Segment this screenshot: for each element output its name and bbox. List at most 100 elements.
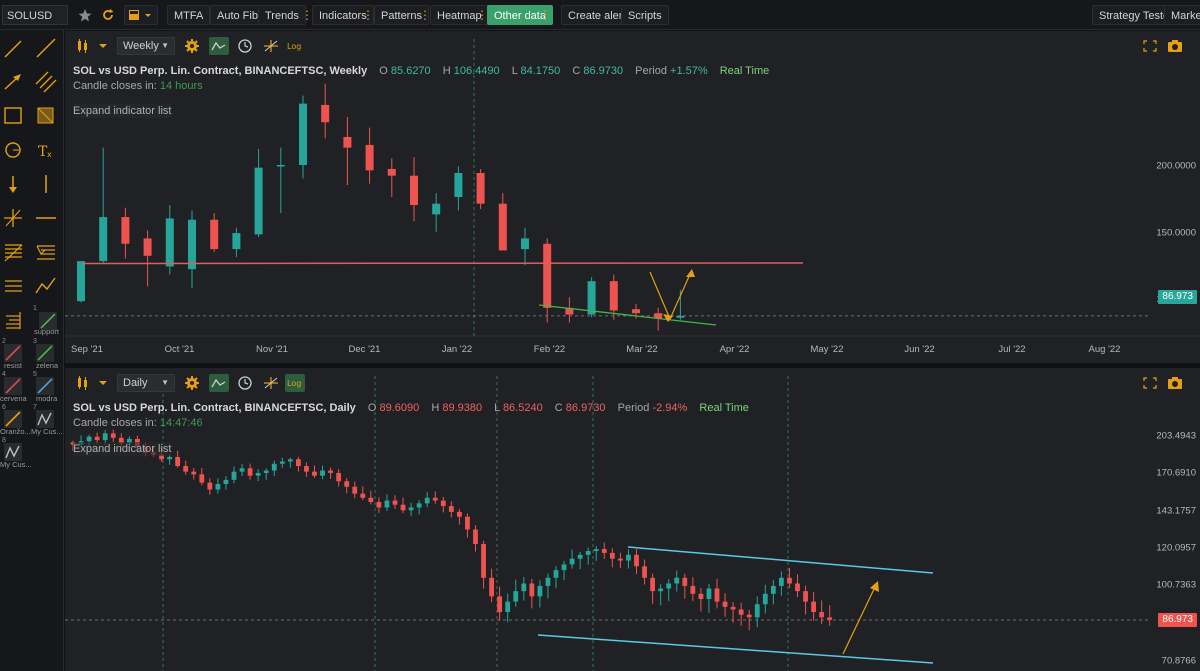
daily-candle-body [650,577,655,592]
scripts-button[interactable]: Scripts [621,5,669,25]
daily-candle-body [376,501,382,508]
daily-chart-panel[interactable]: 203.4943 170.6910 143.1757 120.0957 100.7363… [65,368,1200,671]
fib-extension-icon[interactable] [32,238,60,266]
trend-line-icon[interactable] [0,34,28,62]
vertical-line-icon[interactable] [32,170,60,198]
cross-line-icon[interactable] [0,204,28,232]
x-tick-label: Jul '22 [998,344,1025,355]
down-arrow-icon[interactable] [0,170,28,198]
auto-fib-button[interactable]: Auto Fib [210,5,265,25]
pitchfork-icon[interactable] [0,306,28,334]
indicator-toggle-icon[interactable] [209,37,229,55]
settings-gear-icon[interactable] [182,37,202,55]
log-scale-icon[interactable]: Log [285,37,305,55]
other-data-menu-icon[interactable]: ⋮ [539,5,551,25]
indicators-menu-icon[interactable]: ⋮ [362,5,374,25]
channel-lower-line [537,634,934,664]
candle-type-dropdown-icon[interactable] [93,37,113,55]
symbol-input[interactable]: SOLUSD [2,5,68,25]
daily-candle-body [754,604,760,618]
daily-candle-body [803,591,808,602]
mtfa-button[interactable]: MTFA [167,5,211,25]
indicator-toggle-icon[interactable] [209,374,229,392]
camera-icon[interactable] [1165,37,1185,55]
fullscreen-icon[interactable] [1140,37,1160,55]
arrow-line-icon[interactable] [0,68,28,96]
polyline-icon[interactable] [32,272,60,300]
daily-candle-body [779,577,784,586]
circle-icon[interactable] [0,136,28,164]
daily-candle-body [408,507,414,511]
template-label-orange: Oranžo... [0,427,31,436]
daily-candle-body [770,585,776,594]
daily-candle-body [730,606,736,610]
star-icon[interactable] [78,5,92,25]
rectangle-icon[interactable] [0,102,28,130]
reload-icon[interactable] [100,5,116,25]
ray-line-icon[interactable] [32,34,60,62]
x-tick-label: Oct '21 [165,344,195,355]
weekly-chart-canvas[interactable]: 200.0000150.0000100.0000Sep '21Oct '21No… [65,31,1200,363]
patterns-menu-icon[interactable]: ⋮ [419,5,431,25]
camera-icon[interactable] [1165,374,1185,392]
weekly-candle-body [609,281,618,311]
fullscreen-icon[interactable] [1140,374,1160,392]
daily-candle-body [561,564,567,571]
horizontal-line-icon[interactable] [32,204,60,232]
candle-type-dropdown-icon[interactable] [93,374,113,392]
daily-candle-body [86,436,92,442]
market-button[interactable]: Market [1164,5,1200,25]
weekly-candle-body [77,261,85,302]
weekly-candle-body [165,218,174,267]
timeframe-select[interactable]: Daily ▼ [117,374,175,392]
clock-icon[interactable] [235,374,255,392]
daily-candle-body [296,459,301,467]
candle-type-icon[interactable] [73,37,93,55]
x-tick-label: May '22 [811,344,844,355]
daily-candle-body [263,470,269,473]
crosshair-icon[interactable] [261,37,281,55]
main-toolbar: SOLUSD MTFA Auto Fib Trends ⋮ Indicators… [0,0,1200,30]
daily-candle-body [746,614,752,618]
daily-candle-body [787,577,792,584]
log-scale-label: Log [287,42,301,51]
heatmap-menu-icon[interactable]: ⋮ [476,5,488,25]
daily-candle-body [416,503,422,508]
daily-candle-body [521,583,527,592]
daily-candle-body [706,588,712,600]
x-tick-label: Apr '22 [720,344,750,355]
daily-candle-body [666,583,672,589]
chart-layout-icon[interactable] [124,5,158,25]
daily-candle-body [368,497,374,502]
daily-candle-body [698,593,704,600]
daily-candle-body [457,511,462,517]
daily-candle-body [191,471,197,475]
parallel-channel-icon[interactable] [32,68,60,96]
crosshair-icon[interactable] [261,374,281,392]
fib-channel-icon[interactable] [0,272,28,300]
daily-candle-body [255,472,261,476]
realtime-label: Real Time [719,65,770,77]
trends-button[interactable]: Trends [258,5,306,25]
settings-gear-icon[interactable] [182,374,202,392]
timeframe-select[interactable]: Weekly ▼ [117,37,175,55]
expand-indicator-list-button[interactable]: Expand indicator list [73,104,172,118]
close-value: 86.9730 [565,402,606,414]
fib-retracement-icon[interactable] [0,238,28,266]
daily-candle-body [618,558,623,561]
low-label: L [494,402,500,414]
period-label: Period [635,65,667,77]
trends-menu-icon[interactable]: ⋮ [301,5,313,25]
y-tick-label: 200.0000 [1156,161,1196,172]
text-tool-icon[interactable]: Tx [32,136,60,164]
expand-indicator-list-button[interactable]: Expand indicator list [73,442,172,456]
shaded-box-icon[interactable] [32,102,60,130]
x-tick-label: Jan '22 [442,344,472,355]
log-scale-icon[interactable]: Log [285,374,305,392]
template-label-cervena: cervena [0,394,27,403]
weekly-chart-panel[interactable]: 200.0000150.0000100.0000Sep '21Oct '21No… [65,31,1200,363]
weekly-candle-body [299,103,307,165]
clock-icon[interactable] [235,37,255,55]
instrument-title: SOL vs USD Perp. Lin. Contract, BINANCEF… [73,65,368,77]
candle-type-icon[interactable] [73,374,93,392]
